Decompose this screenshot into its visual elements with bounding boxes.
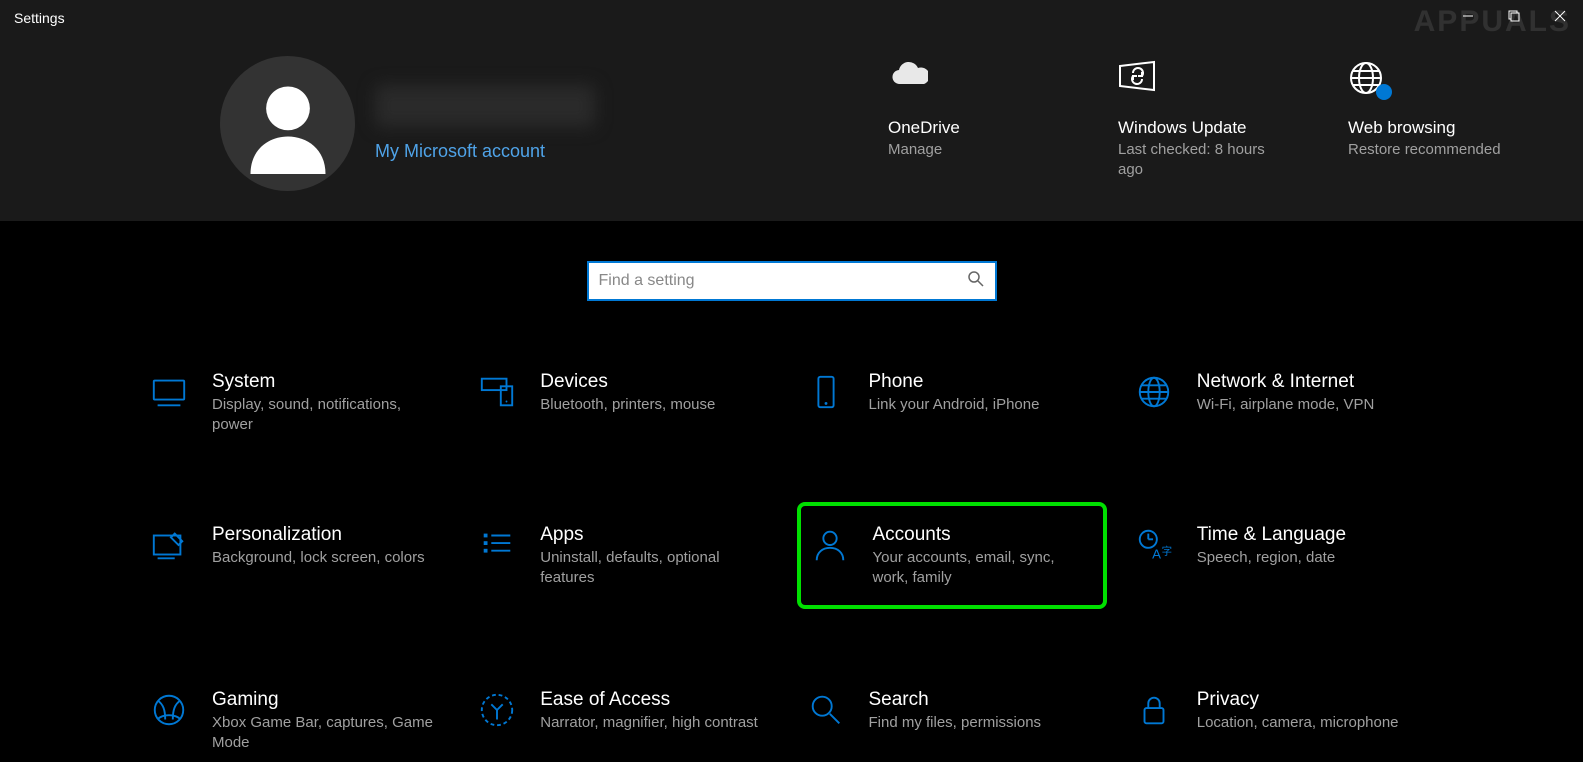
apps-icon (476, 524, 518, 564)
personalization-icon (148, 524, 190, 564)
phone-icon (805, 371, 847, 411)
categories-grid: System Display, sound, notifications, po… (0, 361, 1583, 762)
person-icon (238, 74, 338, 174)
category-desc: Wi-Fi, airplane mode, VPN (1197, 395, 1375, 415)
close-icon (1554, 10, 1566, 22)
category-title: Gaming (212, 689, 442, 711)
category-devices[interactable]: Devices Bluetooth, printers, mouse (468, 361, 778, 444)
category-apps[interactable]: Apps Uninstall, defaults, optional featu… (468, 514, 778, 609)
category-desc: Your accounts, email, sync, work, family (873, 548, 1095, 587)
category-desc: Xbox Game Bar, captures, Game Mode (212, 713, 442, 752)
gaming-icon (148, 689, 190, 729)
category-title: Time & Language (1197, 524, 1346, 546)
titlebar: Settings (0, 0, 1583, 36)
update-icon (1118, 60, 1293, 98)
privacy-icon (1133, 689, 1175, 729)
category-desc: Location, camera, microphone (1197, 713, 1399, 733)
maximize-button[interactable] (1491, 0, 1537, 32)
category-desc: Display, sound, notifications, power (212, 395, 442, 434)
search-row (0, 261, 1583, 301)
category-system[interactable]: System Display, sound, notifications, po… (140, 361, 450, 444)
status-title: Windows Update (1118, 118, 1293, 138)
category-title: Privacy (1197, 689, 1399, 711)
category-title: Accounts (873, 524, 1095, 546)
user-text: My Microsoft account (375, 85, 868, 162)
category-title: Personalization (212, 524, 425, 546)
status-web-browsing[interactable]: Web browsing Restore recommended (1348, 60, 1523, 181)
category-title: Search (869, 689, 1042, 711)
status-sub: Restore recommended (1348, 140, 1523, 160)
close-button[interactable] (1537, 0, 1583, 32)
category-time-language[interactable]: A字 Time & Language Speech, region, date (1125, 514, 1435, 609)
network-icon (1133, 371, 1175, 411)
category-accounts[interactable]: Accounts Your accounts, email, sync, wor… (797, 502, 1107, 609)
user-block: My Microsoft account (220, 56, 868, 191)
category-desc: Background, lock screen, colors (212, 548, 425, 568)
category-desc: Speech, region, date (1197, 548, 1346, 568)
status-sub: Manage (888, 140, 1063, 160)
status-windows-update[interactable]: Windows Update Last checked: 8 hours ago (1118, 60, 1293, 181)
user-name-blurred (375, 85, 595, 127)
minimize-button[interactable] (1445, 0, 1491, 32)
status-cards: OneDrive Manage Windows Update Last chec… (888, 56, 1523, 181)
window-controls (1445, 0, 1583, 32)
category-desc: Find my files, permissions (869, 713, 1042, 733)
onedrive-icon (888, 60, 1063, 98)
notification-dot (1376, 84, 1392, 100)
maximize-icon (1508, 10, 1520, 22)
search-category-icon (805, 689, 847, 729)
category-gaming[interactable]: Gaming Xbox Game Bar, captures, Game Mod… (140, 679, 450, 762)
devices-icon (476, 371, 518, 411)
category-network[interactable]: Network & Internet Wi-Fi, airplane mode,… (1125, 361, 1435, 444)
globe-icon (1348, 60, 1523, 98)
category-privacy[interactable]: Privacy Location, camera, microphone (1125, 679, 1435, 762)
status-onedrive[interactable]: OneDrive Manage (888, 60, 1063, 181)
minimize-icon (1462, 10, 1474, 22)
category-desc: Narrator, magnifier, high contrast (540, 713, 758, 733)
system-icon (148, 371, 190, 411)
category-title: Devices (540, 371, 715, 393)
time-language-icon: A字 (1133, 524, 1175, 564)
search-input[interactable] (599, 272, 967, 290)
status-sub: Last checked: 8 hours ago (1118, 140, 1293, 181)
category-title: Network & Internet (1197, 371, 1375, 393)
svg-text:A: A (1152, 546, 1161, 561)
category-personalization[interactable]: Personalization Background, lock screen,… (140, 514, 450, 609)
category-desc: Uninstall, defaults, optional features (540, 548, 770, 587)
svg-text:字: 字 (1161, 545, 1171, 558)
category-desc: Link your Android, iPhone (869, 395, 1040, 415)
category-search[interactable]: Search Find my files, permissions (797, 679, 1107, 762)
category-title: Apps (540, 524, 770, 546)
category-title: System (212, 371, 442, 393)
avatar[interactable] (220, 56, 355, 191)
status-title: Web browsing (1348, 118, 1523, 138)
category-title: Ease of Access (540, 689, 758, 711)
category-ease-of-access[interactable]: Ease of Access Narrator, magnifier, high… (468, 679, 778, 762)
ease-of-access-icon (476, 689, 518, 729)
search-box[interactable] (587, 261, 997, 301)
category-title: Phone (869, 371, 1040, 393)
accounts-icon (809, 524, 851, 564)
search-icon (967, 270, 985, 293)
my-ms-account-link[interactable]: My Microsoft account (375, 141, 868, 162)
header: My Microsoft account OneDrive Manage Win… (0, 36, 1583, 221)
category-desc: Bluetooth, printers, mouse (540, 395, 715, 415)
category-phone[interactable]: Phone Link your Android, iPhone (797, 361, 1107, 444)
status-title: OneDrive (888, 118, 1063, 138)
window-title: Settings (14, 10, 65, 26)
